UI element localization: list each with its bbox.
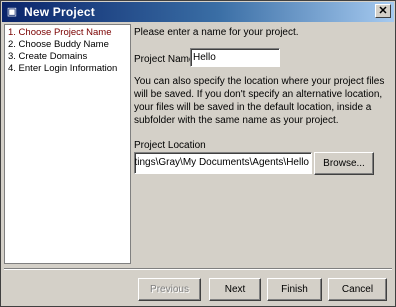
browse-button[interactable]: Browse... — [314, 152, 374, 175]
step-choose-project-name: 1. Choose Project Name — [8, 27, 112, 38]
step-choose-buddy-name: 2. Choose Buddy Name — [8, 39, 109, 50]
location-info-text: You can also specify the location where … — [134, 76, 385, 126]
project-name-label: Project Name — [134, 54, 195, 65]
project-location-label: Project Location — [134, 140, 206, 151]
new-project-dialog: ▣ New Project ✕ 1. Choose Project Name 2… — [0, 0, 396, 307]
cancel-button[interactable]: Cancel — [328, 278, 387, 301]
wizard-steps-panel: 1. Choose Project Name 2. Choose Buddy N… — [4, 24, 131, 264]
project-name-input[interactable]: Hello — [190, 48, 280, 67]
project-location-value: ttings\Gray\My Documents\Agents\Hello — [134, 157, 309, 168]
wizard-content: Please enter a name for your project. Pr… — [134, 24, 392, 264]
footer-separator — [4, 268, 392, 270]
next-button[interactable]: Next — [209, 278, 261, 301]
window-menu-icon[interactable]: ▣ — [6, 6, 18, 18]
finish-button[interactable]: Finish — [267, 278, 322, 301]
previous-button[interactable]: Previous — [138, 278, 201, 301]
step-create-domains: 3. Create Domains — [8, 51, 88, 62]
step-enter-login-information: 4. Enter Login Information — [8, 63, 118, 74]
prompt-text: Please enter a name for your project. — [134, 27, 299, 38]
window-title: New Project — [24, 5, 95, 19]
close-icon: ✕ — [378, 5, 388, 17]
close-button[interactable]: ✕ — [375, 4, 391, 18]
title-bar[interactable]: ▣ New Project ✕ — [2, 2, 394, 22]
project-location-input[interactable]: ttings\Gray\My Documents\Agents\Hello — [134, 152, 312, 174]
